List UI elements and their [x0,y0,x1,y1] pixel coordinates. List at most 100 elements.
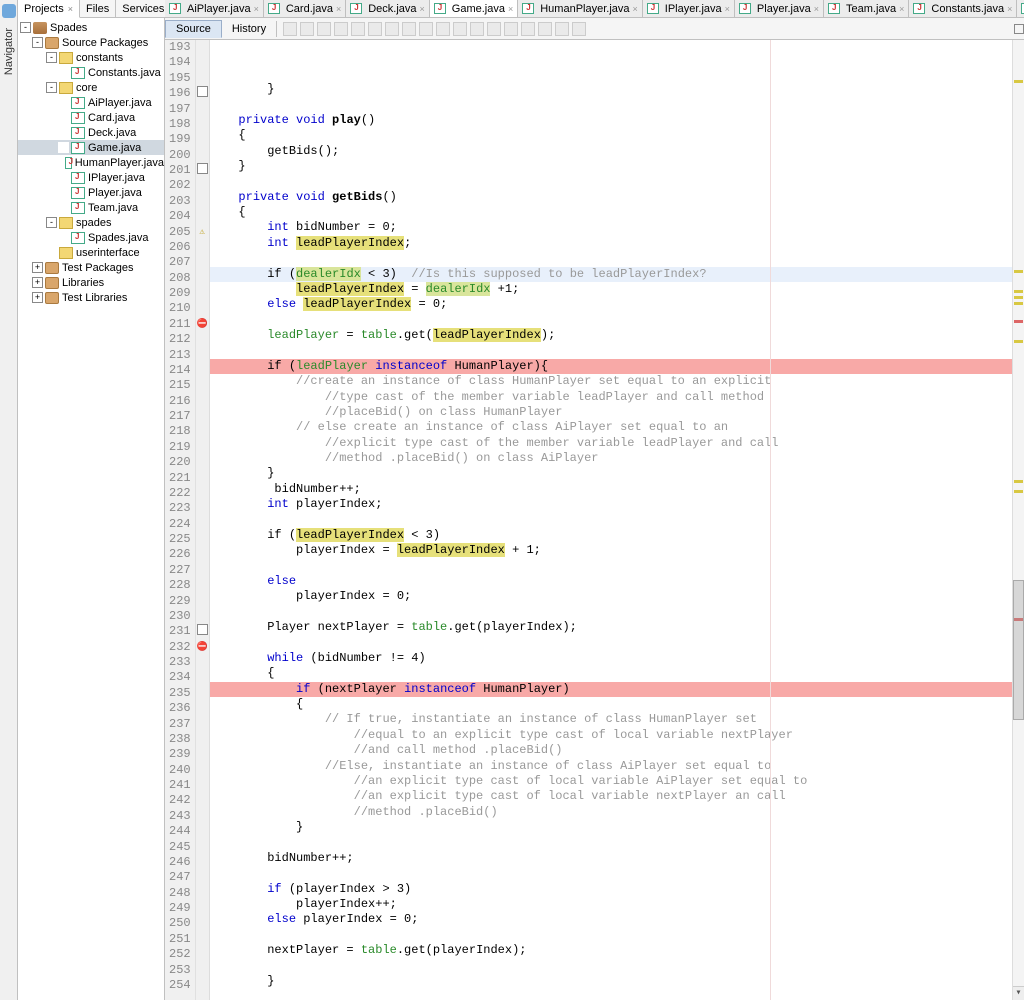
file-spades: Spades.java [88,232,149,244]
file-ai: AiPlayer.java [88,97,152,109]
file-tabs: AiPlayer.java× Card.java× Deck.java× Gam… [165,0,1024,18]
toolbar-icon[interactable] [521,22,535,36]
toolbar-icon[interactable] [538,22,552,36]
tab-constants[interactable]: Constants.java× [909,0,1017,17]
tab-player[interactable]: Player.java× [735,0,824,17]
close-icon[interactable]: × [68,4,73,14]
toolbar-collapse-icon[interactable] [1014,24,1024,34]
toolbar-icon[interactable] [453,22,467,36]
java-file-icon [268,3,280,14]
scroll-down-icon[interactable]: ▾ [1013,986,1024,1000]
tab-projects[interactable]: Projects× [18,0,80,18]
close-icon[interactable]: × [633,4,638,14]
code-lines[interactable]: } private void play() { getBids(); } pri… [210,40,1012,1000]
java-file-icon [71,127,85,139]
glyph-margin[interactable]: ⚠⛔⛔ [196,40,210,1000]
toolbar-icon[interactable] [385,22,399,36]
tab-game[interactable]: Game.java× [430,0,518,18]
folder-icon [59,217,73,229]
close-icon[interactable]: × [336,4,341,14]
toolbar-icon[interactable] [334,22,348,36]
java-file-icon [71,172,85,184]
java-file-icon [71,67,85,79]
toolbar-icon[interactable] [436,22,450,36]
java-file-icon [71,187,85,199]
toolbar-icon[interactable] [572,22,586,36]
file-human: HumanPlayer.java [75,157,164,169]
navigator-label: Navigator [3,28,15,75]
libraries-icon [45,292,59,304]
toolbar-icon[interactable] [317,22,331,36]
toolbar-icon[interactable] [419,22,433,36]
file-deck: Deck.java [88,127,136,139]
file-team: Team.java [88,202,138,214]
test-libraries: Test Libraries [62,292,127,304]
tab-deck[interactable]: Deck.java× [346,0,430,17]
file-iplayer: IPlayer.java [88,172,145,184]
toolbar-icon[interactable] [555,22,569,36]
toolbar-icon[interactable] [300,22,314,36]
toolbar-icon[interactable] [504,22,518,36]
pkg-constants: constants [76,52,123,64]
tab-services[interactable]: Services [116,0,171,17]
overview-ruler[interactable]: ▾ [1012,40,1024,1000]
tab-aiplayer[interactable]: AiPlayer.java× [165,0,264,17]
line-numbers: 1931941951961971981992002012022032042052… [165,40,196,1000]
pkg-userinterface: userinterface [76,247,140,259]
tab-files[interactable]: Files [80,0,116,17]
java-file-icon [71,97,85,109]
tab-human[interactable]: HumanPlayer.java× [518,0,643,17]
project-tree[interactable]: -Spades -Source Packages -constants Cons… [18,18,164,1000]
java-file-icon [522,3,534,14]
pkg-spades: spades [76,217,111,229]
left-minimized-panel[interactable]: Navigator [0,0,18,1000]
toolbar-icon[interactable] [402,22,416,36]
java-file-icon [71,202,85,214]
toolbar-icon[interactable] [351,22,365,36]
close-icon[interactable]: × [254,4,259,14]
java-file-icon [828,3,840,14]
toolbar-icon[interactable] [368,22,382,36]
project-sidebar: Projects× Files Services -Spades -Source… [18,0,165,1000]
file-constants: Constants.java [88,67,161,79]
tab-card[interactable]: Card.java× [264,0,346,17]
package-icon [45,37,59,49]
close-icon[interactable]: × [814,4,819,14]
toolbar-icon[interactable] [283,22,297,36]
file-game: Game.java [88,142,141,154]
folder-icon [59,52,73,64]
java-file-icon [71,232,85,244]
java-file-icon [65,157,72,169]
source-packages: Source Packages [62,37,148,49]
navigator-icon [2,4,16,18]
java-file-icon [913,3,925,14]
java-file-icon [739,3,751,14]
pkg-core: core [76,82,97,94]
editor-toolbar: Source History [165,18,1024,40]
coffee-icon [33,22,47,34]
tab-iplayer[interactable]: IPlayer.java× [643,0,735,17]
close-icon[interactable]: × [899,4,904,14]
file-card: Card.java [88,112,135,124]
close-icon[interactable]: × [1007,4,1012,14]
editor-area: AiPlayer.java× Card.java× Deck.java× Gam… [165,0,1024,1000]
file-player: Player.java [88,187,142,199]
folder-icon [59,82,73,94]
close-icon[interactable]: × [420,4,425,14]
close-icon[interactable]: × [508,4,513,14]
libraries: Libraries [62,277,104,289]
java-file-icon [647,3,659,14]
view-history[interactable]: History [222,21,277,37]
toolbar-icon[interactable] [487,22,501,36]
tab-spades[interactable]: Spade.. [1017,0,1024,17]
tab-team[interactable]: Team.java× [824,0,909,17]
java-file-icon [434,3,446,14]
close-icon[interactable]: × [725,4,730,14]
view-source[interactable]: Source [165,20,222,38]
test-packages: Test Packages [62,262,134,274]
java-file-icon [350,3,362,14]
toolbar-icon[interactable] [470,22,484,36]
java-file-icon [71,112,85,124]
folder-icon [59,247,73,259]
scrollbar-thumb[interactable] [1013,580,1024,720]
